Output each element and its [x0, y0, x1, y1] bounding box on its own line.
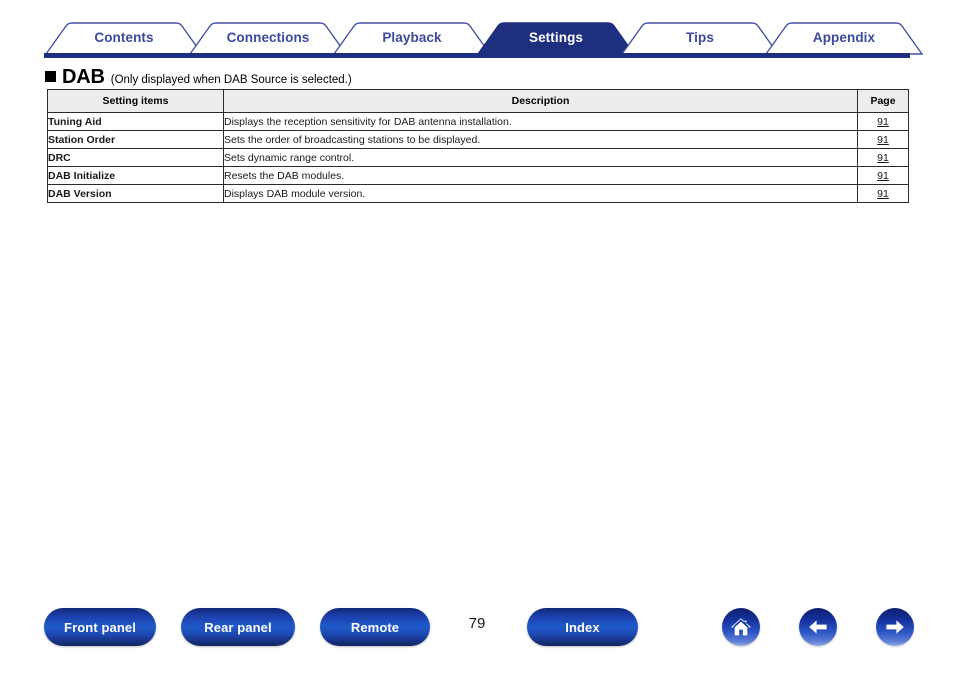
page-link[interactable]: 91 [877, 116, 889, 128]
cell-page: 91 [857, 112, 909, 131]
table-row: Station Order Sets the order of broadcas… [47, 130, 909, 149]
table-header-row: Setting items Description Page [47, 89, 909, 113]
home-button[interactable] [722, 608, 760, 646]
table-row: DAB Version Displays DAB module version.… [47, 184, 909, 203]
remote-button[interactable]: Remote [320, 608, 430, 646]
cell-description: Sets the order of broadcasting stations … [223, 130, 858, 149]
cell-setting-item: Tuning Aid [47, 112, 224, 131]
column-header-page: Page [857, 89, 909, 113]
page-link[interactable]: 91 [877, 134, 889, 146]
cell-setting-item: DAB Version [47, 184, 224, 203]
tab-underline [44, 53, 910, 58]
page-link[interactable]: 91 [877, 152, 889, 164]
tab-tips[interactable]: Tips [640, 22, 760, 54]
tab-contents[interactable]: Contents [64, 22, 184, 54]
cell-setting-item: DRC [47, 148, 224, 167]
tab-connections[interactable]: Connections [208, 22, 328, 54]
cell-description: Sets dynamic range control. [223, 148, 858, 167]
cell-page: 91 [857, 148, 909, 167]
cell-description: Resets the DAB modules. [223, 166, 858, 185]
rear-panel-button[interactable]: Rear panel [181, 608, 295, 646]
arrow-right-icon [883, 615, 907, 639]
cell-setting-item: DAB Initialize [47, 166, 224, 185]
tab-playback[interactable]: Playback [352, 22, 472, 54]
cell-page: 91 [857, 166, 909, 185]
section-heading: DAB (Only displayed when DAB Source is s… [45, 66, 352, 88]
table-row: DRC Sets dynamic range control. 91 [47, 148, 909, 167]
column-header-setting-items: Setting items [47, 89, 224, 113]
home-icon [729, 615, 753, 639]
cell-description: Displays DAB module version. [223, 184, 858, 203]
cell-description: Displays the reception sensitivity for D… [223, 112, 858, 131]
settings-table: Setting items Description Page Tuning Ai… [47, 89, 909, 203]
heading-note: (Only displayed when DAB Source is selec… [110, 74, 352, 86]
table-row: DAB Initialize Resets the DAB modules. 9… [47, 166, 909, 185]
square-bullet-icon [45, 71, 56, 82]
column-header-description: Description [223, 89, 858, 113]
arrow-left-icon [806, 615, 830, 639]
page-number: 79 [468, 615, 486, 632]
table-row: Tuning Aid Displays the reception sensit… [47, 112, 909, 131]
page-link[interactable]: 91 [877, 170, 889, 182]
cell-page: 91 [857, 184, 909, 203]
page-link[interactable]: 91 [877, 188, 889, 200]
tab-settings[interactable]: Settings [496, 22, 616, 54]
front-panel-button[interactable]: Front panel [44, 608, 156, 646]
index-button[interactable]: Index [527, 608, 638, 646]
page-title: DAB [62, 66, 105, 88]
cell-setting-item: Station Order [47, 130, 224, 149]
back-button[interactable] [799, 608, 837, 646]
next-button[interactable] [876, 608, 914, 646]
cell-page: 91 [857, 130, 909, 149]
tab-appendix[interactable]: Appendix [784, 22, 904, 54]
